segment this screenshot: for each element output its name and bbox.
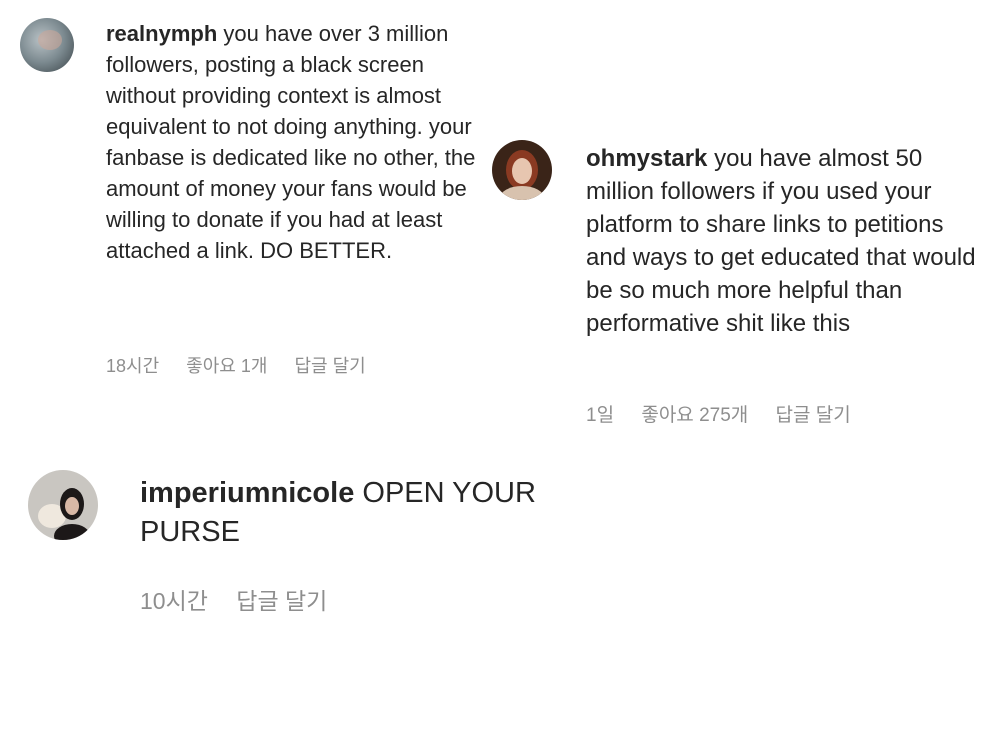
- likes-count[interactable]: 좋아요 1개: [186, 356, 267, 376]
- comment-text: you have almost 50 million followers if …: [586, 145, 976, 337]
- avatar-image: [20, 18, 74, 72]
- comment-body: ohmystark you have almost 50 million fol…: [586, 142, 986, 340]
- likes-count[interactable]: 좋아요 275개: [641, 405, 748, 426]
- comment-body: imperiumnicole OPEN YOUR PURSE: [140, 474, 570, 552]
- comment-time[interactable]: 18시간: [106, 356, 159, 376]
- avatar-image: [492, 140, 552, 200]
- comment-time[interactable]: 1일: [586, 405, 614, 426]
- comment-text: you have over 3 million followers, posti…: [106, 21, 476, 263]
- avatar[interactable]: [20, 18, 74, 72]
- comment-meta: 10시간 답글 달기: [140, 582, 349, 616]
- avatar-image: [28, 470, 98, 540]
- comment-meta: 1일 좋아요 275개 답글 달기: [586, 400, 873, 427]
- comment-username[interactable]: realnymph: [106, 21, 217, 46]
- avatar[interactable]: [28, 470, 98, 540]
- comment-username[interactable]: imperiumnicole: [140, 477, 354, 509]
- comment-meta: 18시간 좋아요 1개 답글 달기: [106, 352, 388, 378]
- reply-button[interactable]: 답글 달기: [776, 405, 851, 426]
- comment-username[interactable]: ohmystark: [586, 145, 707, 172]
- reply-button[interactable]: 답글 달기: [236, 588, 327, 614]
- reply-button[interactable]: 답글 달기: [294, 356, 365, 376]
- comment-time[interactable]: 10시간: [140, 588, 208, 614]
- comment-body: realnymph you have over 3 million follow…: [106, 18, 486, 266]
- avatar[interactable]: [492, 140, 552, 200]
